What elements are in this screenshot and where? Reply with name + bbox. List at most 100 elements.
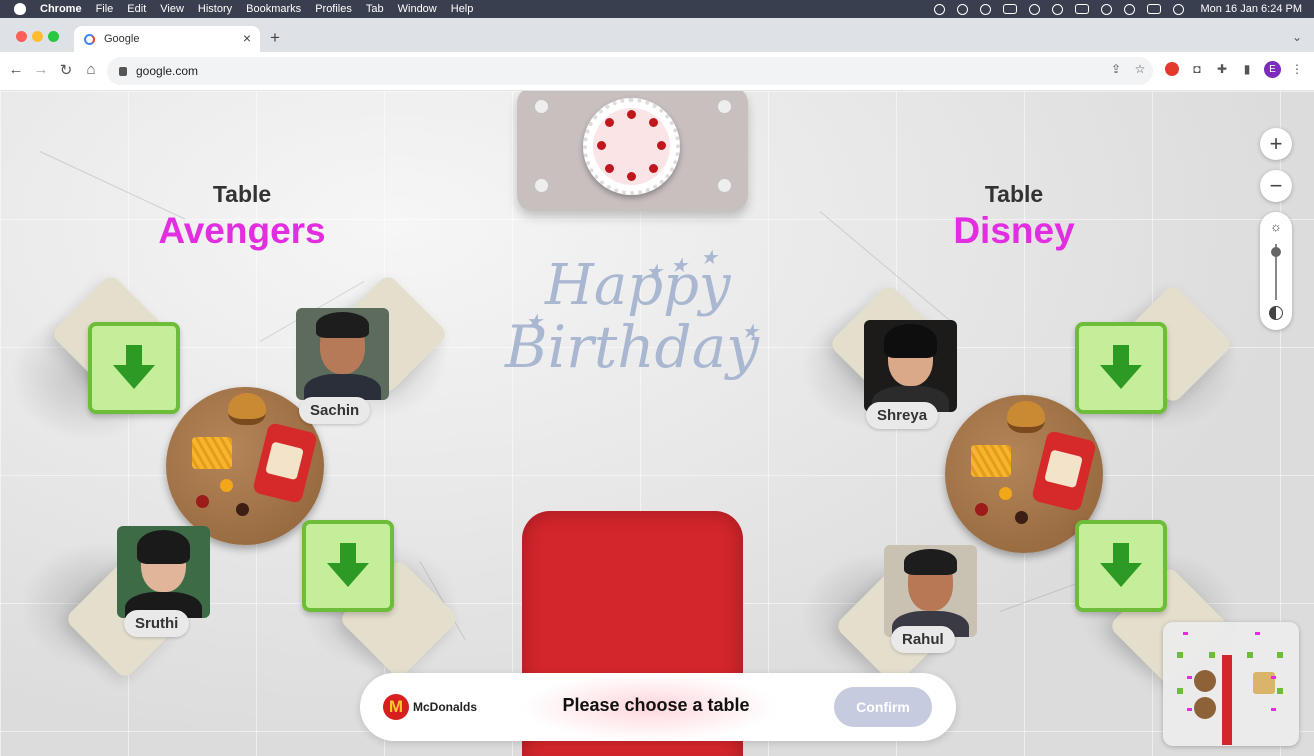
burger-icon xyxy=(228,393,266,425)
fries-icon xyxy=(971,445,1011,477)
cherry-icon xyxy=(627,110,636,119)
url-text[interactable]: google.com xyxy=(136,64,198,78)
status-icon-3[interactable] xyxy=(980,3,992,15)
table-leg-dot xyxy=(718,100,731,113)
profile-avatar[interactable]: E xyxy=(1264,61,1281,78)
seat-select-button[interactable] xyxy=(1075,322,1167,414)
seat-select-button[interactable] xyxy=(88,322,180,414)
guest-name: Sruthi xyxy=(124,610,190,637)
minimap-seat xyxy=(1247,652,1253,658)
confirm-button[interactable]: Confirm xyxy=(834,687,932,727)
down-arrow-icon xyxy=(1100,543,1142,589)
happy-birthday-banner: ★ ★ ★ ★ ★ Happy Birthday xyxy=(505,245,765,411)
apple-icon[interactable] xyxy=(14,3,26,15)
sauce-icon xyxy=(236,503,249,516)
guest-rahul[interactable]: Rahul xyxy=(884,545,977,653)
close-window-button[interactable] xyxy=(16,31,27,42)
close-tab-icon[interactable]: × xyxy=(243,30,251,46)
minimap-label xyxy=(1271,708,1276,711)
brightness-slider[interactable]: ☼ xyxy=(1260,212,1292,330)
seat-select-button[interactable] xyxy=(302,520,394,612)
google-favicon-icon xyxy=(84,33,95,45)
share-icon[interactable]: ⇪ xyxy=(1109,62,1123,76)
burger-icon xyxy=(1007,401,1045,433)
guest-photo xyxy=(117,526,210,618)
spotlight-search-icon[interactable] xyxy=(1124,3,1136,15)
table-name: Avengers xyxy=(158,210,326,251)
guest-name: Sachin xyxy=(299,397,371,424)
sauce-icon xyxy=(975,503,988,516)
extension-red-icon[interactable] xyxy=(1165,62,1179,76)
seat-select-button[interactable] xyxy=(1075,520,1167,612)
menu-window[interactable]: Window xyxy=(398,3,437,15)
browser-tab[interactable]: Google × xyxy=(74,26,260,52)
menu-history[interactable]: History xyxy=(198,3,232,15)
reload-icon[interactable]: ↻ xyxy=(58,61,74,79)
macos-menubar: Chrome File Edit View History Bookmarks … xyxy=(0,0,1314,18)
down-arrow-icon xyxy=(113,345,155,391)
guest-photo xyxy=(864,320,957,412)
bluetooth-icon[interactable] xyxy=(1052,3,1064,15)
menu-help[interactable]: Help xyxy=(451,3,474,15)
sauce-icon xyxy=(220,479,233,492)
menu-view[interactable]: View xyxy=(160,3,184,15)
slider-knob[interactable] xyxy=(1271,247,1281,257)
menu-edit[interactable]: Edit xyxy=(127,3,146,15)
table-label: Table xyxy=(984,181,1044,207)
guest-name: Rahul xyxy=(891,626,955,653)
home-icon[interactable]: ⌂ xyxy=(83,61,99,78)
menu-bookmarks[interactable]: Bookmarks xyxy=(246,3,301,15)
zoom-out-button[interactable]: − xyxy=(1260,170,1292,202)
status-icon-5[interactable] xyxy=(1029,3,1041,15)
menu-app-name[interactable]: Chrome xyxy=(40,3,82,15)
table-leg-dot xyxy=(535,179,548,192)
menu-tab[interactable]: Tab xyxy=(366,3,384,15)
new-tab-icon[interactable]: + xyxy=(270,28,280,48)
cherry-icon xyxy=(649,118,658,127)
browser-toolbar: ← → ↻ ⌂ google.com ⇪ ☆ ◘ ✚ ▮ E ⋮ xyxy=(0,52,1314,91)
forward-arrow-icon[interactable]: → xyxy=(33,61,49,78)
siri-icon[interactable] xyxy=(1173,3,1185,15)
table-leg-dot xyxy=(718,179,731,192)
minimap[interactable] xyxy=(1163,622,1299,746)
more-menu-icon[interactable]: ⋮ xyxy=(1290,62,1304,76)
zoom-in-button[interactable]: + xyxy=(1260,128,1292,160)
menubar-clock[interactable]: Mon 16 Jan 6:24 PM xyxy=(1200,3,1302,15)
minimize-window-button[interactable] xyxy=(32,31,43,42)
battery-icon[interactable] xyxy=(1075,4,1090,14)
sidebar-icon[interactable]: ▮ xyxy=(1240,62,1254,76)
sauce-icon xyxy=(1015,511,1028,524)
maximize-window-button[interactable] xyxy=(48,31,59,42)
table-avengers-title: Table Avengers xyxy=(122,181,362,252)
sauce-icon xyxy=(196,495,209,508)
status-area: Mon 16 Jan 6:24 PM xyxy=(934,0,1302,18)
guest-photo xyxy=(884,545,977,637)
control-center-icon[interactable] xyxy=(1147,4,1162,14)
back-arrow-icon[interactable]: ← xyxy=(8,61,24,78)
minimap-seat xyxy=(1209,652,1215,658)
lock-icon[interactable] xyxy=(119,66,127,76)
extensions-puzzle-icon[interactable]: ✚ xyxy=(1215,62,1229,76)
menu-file[interactable]: File xyxy=(96,3,114,15)
guest-sruthi[interactable]: Sruthi xyxy=(117,526,210,637)
down-arrow-icon xyxy=(1100,345,1142,391)
status-icon-1[interactable] xyxy=(934,3,946,15)
minimap-carpet xyxy=(1222,655,1232,745)
guest-sachin[interactable]: Sachin xyxy=(296,308,389,424)
address-bar[interactable]: google.com xyxy=(107,57,1153,85)
camera-icon[interactable]: ◘ xyxy=(1190,62,1204,76)
minimap-label xyxy=(1255,632,1260,635)
wifi-icon[interactable] xyxy=(1101,3,1113,15)
bookmark-star-icon[interactable]: ☆ xyxy=(1133,62,1147,76)
cake-table xyxy=(517,91,748,211)
cake-top xyxy=(593,108,670,185)
menu-profiles[interactable]: Profiles xyxy=(315,3,352,15)
venue-floor: ★ ★ ★ ★ ★ Happy Birthday Table Avengers … xyxy=(0,91,1314,756)
guest-shreya[interactable]: Shreya xyxy=(864,320,957,429)
status-icon-4[interactable] xyxy=(1003,4,1018,14)
table-name: Disney xyxy=(953,210,1075,251)
cherry-icon xyxy=(605,164,614,173)
tab-search-chevron-icon[interactable]: ⌄ xyxy=(1292,30,1302,44)
minimap-seat xyxy=(1277,652,1283,658)
status-icon-2[interactable] xyxy=(957,3,969,15)
